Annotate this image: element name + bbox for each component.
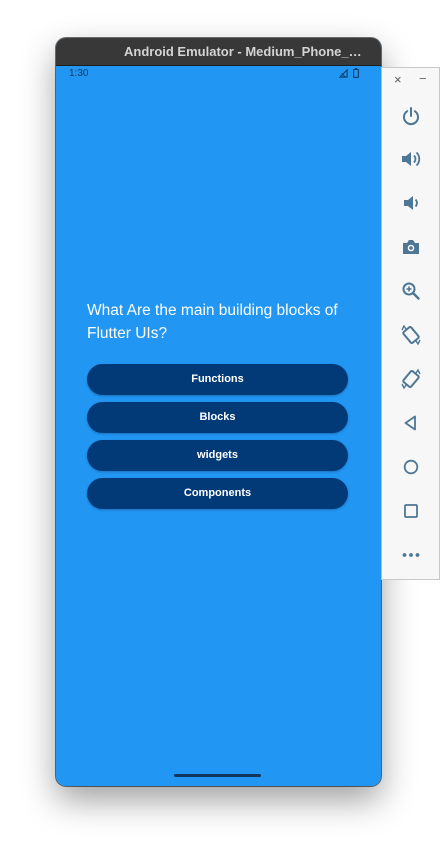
emulator-window: Android Emulator - Medium_Phone_API_35:5…: [56, 38, 381, 786]
screenshot-button[interactable]: [399, 235, 423, 259]
volume-down-button[interactable]: [399, 191, 423, 215]
status-time: 1:30: [69, 68, 89, 79]
battery-icon: [353, 68, 359, 78]
overview-icon: [404, 504, 418, 518]
more-icon: [402, 553, 420, 557]
volume-up-icon: [402, 151, 421, 167]
home-button[interactable]: [399, 455, 423, 479]
answer-button-components[interactable]: Components: [87, 478, 348, 509]
rotate-right-icon: [401, 368, 421, 390]
gesture-home-indicator[interactable]: [174, 774, 261, 777]
zoom-icon: [402, 282, 420, 300]
rotate-left-button[interactable]: [399, 323, 423, 347]
answer-list: Functions Blocks widgets Components: [87, 364, 348, 516]
back-button[interactable]: [399, 411, 423, 435]
question-text: What Are the main building blocks of Flu…: [87, 302, 338, 342]
window-titlebar[interactable]: Android Emulator - Medium_Phone_API_35:5…: [56, 38, 381, 66]
rotate-right-button[interactable]: [399, 367, 423, 391]
close-icon[interactable]: ×: [394, 73, 402, 87]
volume-up-button[interactable]: [399, 147, 423, 171]
minimize-icon[interactable]: −: [419, 72, 427, 86]
zoom-button[interactable]: [399, 279, 423, 303]
more-button[interactable]: [399, 543, 423, 567]
answer-button-widgets[interactable]: widgets: [87, 440, 348, 471]
signal-off-icon: [339, 68, 348, 78]
answer-button-functions[interactable]: Functions: [87, 364, 348, 395]
camera-icon: [403, 240, 419, 254]
rotate-left-icon: [401, 324, 421, 346]
home-icon: [403, 459, 419, 475]
phone-screen: 1:30 What Are the main building blocks o…: [56, 67, 381, 786]
window-title: Android Emulator - Medium_Phone_API_35:5…: [124, 44, 371, 59]
answer-button-blocks[interactable]: Blocks: [87, 402, 348, 433]
toolbar-header: × −: [382, 68, 439, 94]
emulator-side-toolbar: × −: [381, 67, 440, 580]
volume-down-icon: [404, 196, 418, 210]
power-icon: [403, 107, 419, 125]
status-bar: 1:30: [56, 67, 381, 81]
back-icon: [404, 415, 416, 431]
power-button[interactable]: [399, 104, 423, 128]
status-icons: [339, 68, 359, 78]
overview-button[interactable]: [399, 499, 423, 523]
